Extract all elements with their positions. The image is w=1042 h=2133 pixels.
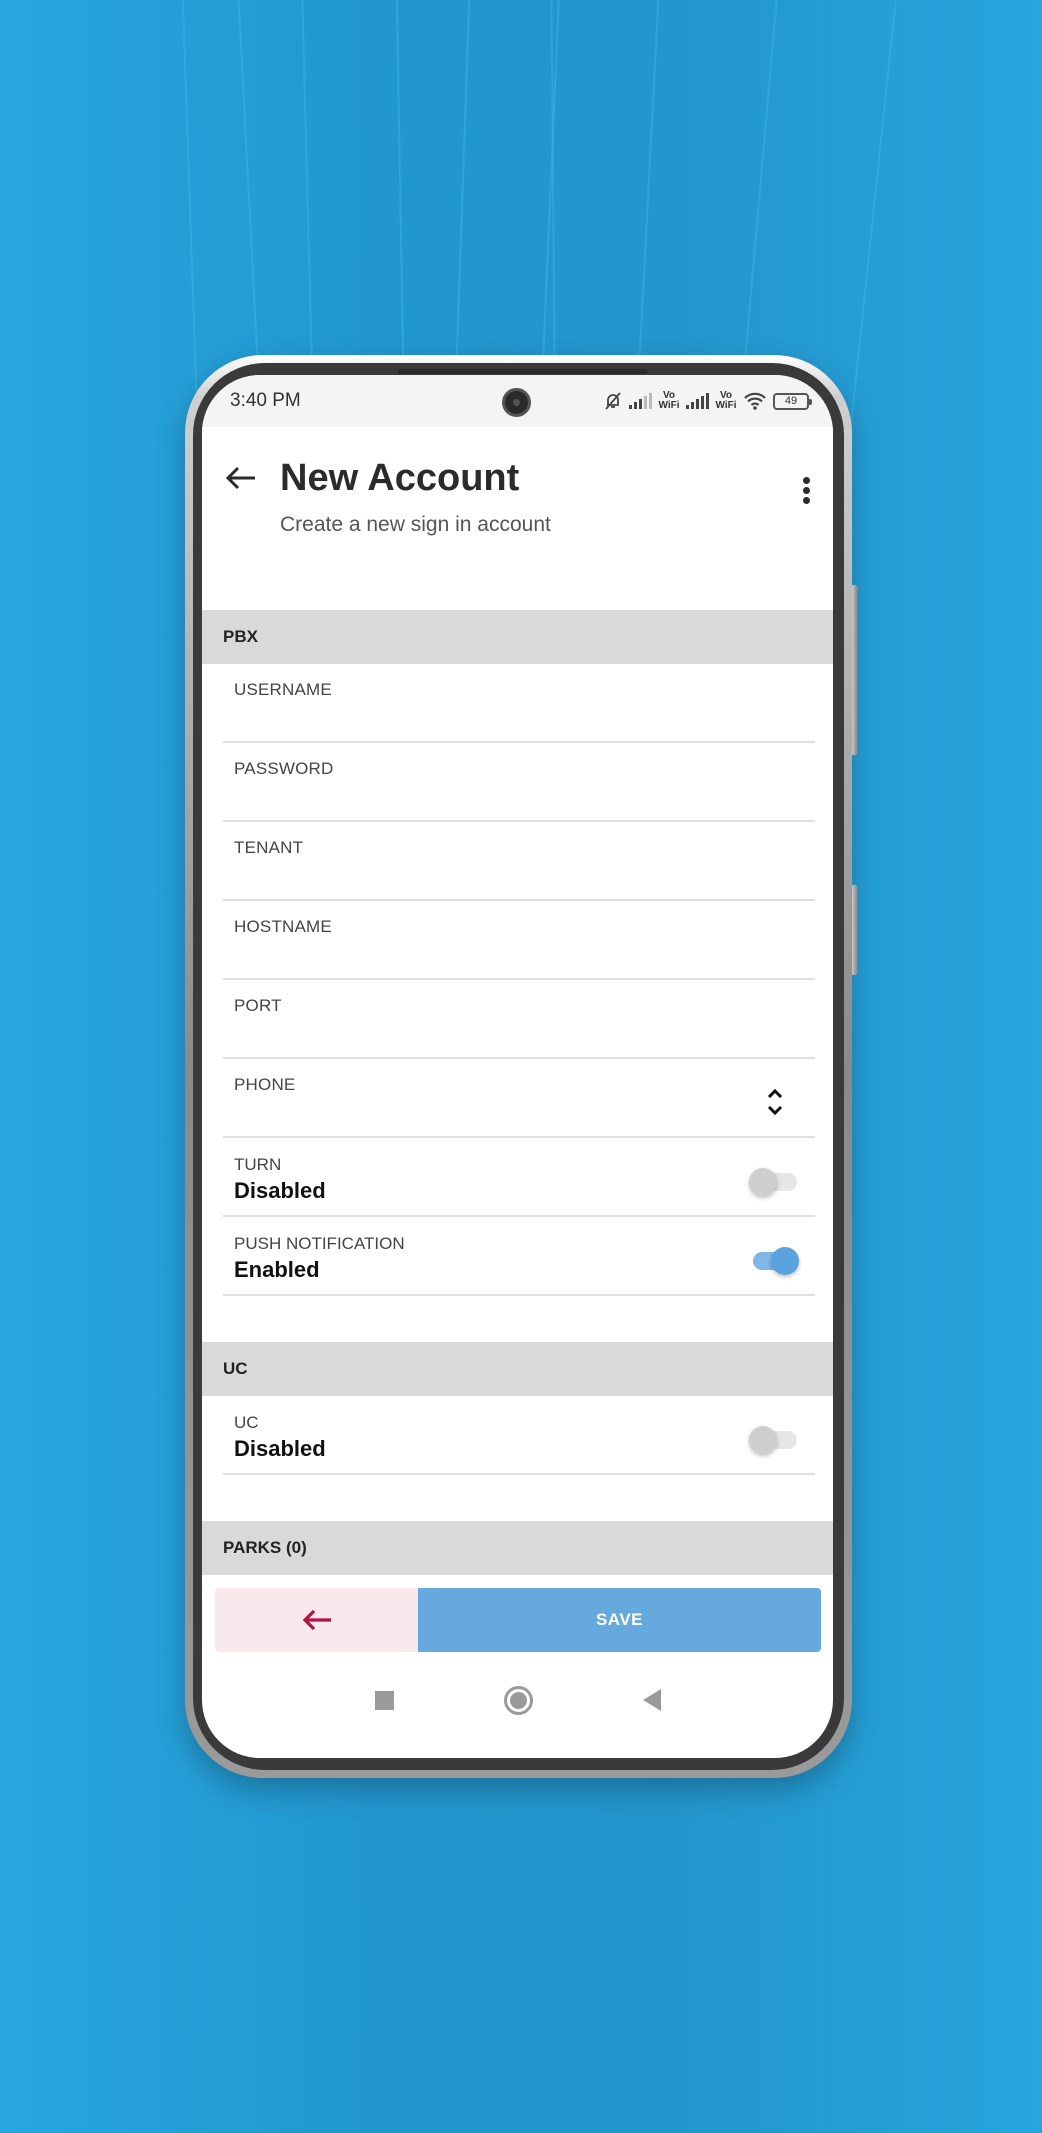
power-button [852,885,858,975]
push-notification-label: PUSH NOTIFICATION [234,1234,405,1253]
tenant-label: TENANT [234,838,304,857]
turn-status: Disabled [234,1178,326,1203]
tenant-field[interactable]: TENANT [223,822,815,901]
recents-icon[interactable] [374,1690,394,1710]
signal-icon [686,393,709,409]
status-bar: 3:40 PM Vo WiFi Vo WiFi 49 [202,375,833,427]
port-input[interactable] [234,1020,804,1050]
vowifi-icon: Vo WiFi [658,390,680,411]
phone-frame: 3:40 PM Vo WiFi Vo WiFi 49 New Account C… [185,355,858,1778]
hostname-label: HOSTNAME [234,917,332,936]
back-triangle-icon[interactable] [642,1689,661,1711]
app-header: New Account Create a new sign in account [202,427,833,610]
more-vertical-icon[interactable] [801,477,811,505]
footer-action-bar: SAVE [215,1588,821,1652]
username-input[interactable] [234,704,804,734]
vowifi-icon: Vo WiFi [715,390,737,411]
tenant-input[interactable] [234,862,804,892]
phone-label: PHONE [234,1075,296,1094]
hostname-field[interactable]: HOSTNAME [223,901,815,980]
wifi-icon [744,392,766,410]
arrow-left-icon[interactable] [224,463,258,493]
system-nav-bar [202,1672,833,1728]
turn-toggle-row: TURN Disabled [223,1138,815,1217]
page-subtitle: Create a new sign in account [280,513,551,536]
section-header-uc: UC [202,1342,833,1396]
turn-label: TURN [234,1155,282,1174]
port-field[interactable]: PORT [223,980,815,1059]
uc-label: UC [234,1413,259,1432]
signal-icon [629,393,652,409]
section-header-pbx: PBX [202,610,833,664]
arrow-left-icon [302,1609,331,1631]
username-label: USERNAME [234,680,332,699]
section-header-parks[interactable]: PARKS (0) [202,1521,833,1575]
mute-bell-icon [605,392,621,410]
home-icon[interactable] [503,1685,533,1715]
push-notification-toggle-row: PUSH NOTIFICATION Enabled [223,1217,815,1296]
chevron-up-down-icon[interactable] [765,1085,785,1119]
status-time: 3:40 PM [230,390,301,411]
battery-icon: 49 [773,392,812,410]
password-input[interactable] [234,783,804,813]
page-title: New Account [280,457,520,499]
save-button[interactable]: SAVE [418,1588,821,1652]
uc-toggle-row: UC Disabled [223,1396,815,1475]
front-camera [502,388,531,417]
password-label: PASSWORD [234,759,334,778]
port-label: PORT [234,996,282,1015]
turn-switch[interactable] [749,1168,797,1196]
uc-switch[interactable] [749,1426,797,1454]
username-field[interactable]: USERNAME [223,664,815,743]
volume-button [852,585,858,755]
app-screen: 3:40 PM Vo WiFi Vo WiFi 49 New Account C… [202,375,833,1758]
push-notification-switch[interactable] [749,1247,799,1275]
uc-status: Disabled [234,1436,326,1461]
footer-back-button[interactable] [215,1588,418,1652]
push-notification-status: Enabled [234,1257,320,1282]
status-icons: Vo WiFi Vo WiFi 49 [603,390,812,411]
password-field[interactable]: PASSWORD [223,743,815,822]
earpiece-speaker [398,369,648,374]
hostname-input[interactable] [234,941,804,971]
phone-select[interactable]: PHONE [223,1059,815,1138]
